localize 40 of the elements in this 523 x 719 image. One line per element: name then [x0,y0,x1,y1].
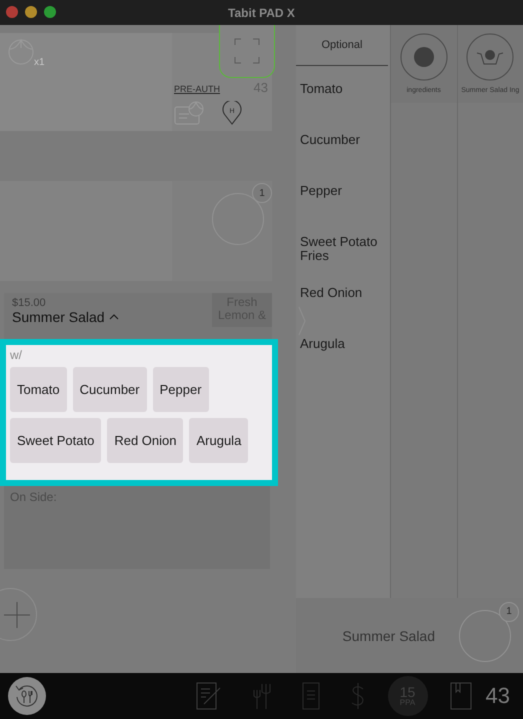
caret-up-icon[interactable] [108,313,119,321]
optional-tab[interactable]: Optional [296,25,388,66]
bowl-icon [466,33,514,81]
notepad-pencil-icon[interactable] [196,682,222,710]
optional-item[interactable]: Red Onion [296,270,390,321]
window-title: Tabit PAD X [228,6,295,20]
optional-item[interactable]: Arugula [296,321,390,372]
fork-icon[interactable] [252,682,272,710]
dollar-icon[interactable] [350,682,366,710]
optional-item[interactable]: Sweet Potato Fries [296,219,390,270]
modifier-button[interactable]: Arugula [189,418,248,463]
utensils-refresh-icon [14,683,40,709]
plus-icon [4,602,30,628]
count-badge: 1 [252,183,272,203]
fullscreen-icon [234,38,260,64]
close-button[interactable] [6,6,18,18]
optional-item[interactable]: Cucumber [296,117,390,168]
table-number: 43 [486,683,510,709]
count-badge: 1 [499,602,519,622]
receipt-icon[interactable] [302,682,320,710]
pre-auth-link[interactable]: PRE-AUTH [174,84,220,94]
optional-item[interactable]: Pepper [296,168,390,219]
fullscreen-button[interactable] [219,25,275,78]
modifier-button[interactable]: Tomato [10,367,67,412]
minimize-button[interactable] [25,6,37,18]
order-card[interactable]: 1 [0,181,272,281]
seat-count: x1 [34,57,45,68]
modifier-button[interactable]: Cucumber [72,367,147,412]
optional-item[interactable]: Tomato [296,66,390,117]
zoom-button[interactable] [44,6,56,18]
modifier-button[interactable]: Sweet Potato [10,418,102,463]
modifier-button[interactable]: Red Onion [107,418,184,463]
item-name: Summer Salad [12,309,105,325]
restore-button[interactable] [8,677,46,715]
summary-item-name: Summer Salad [342,628,435,644]
modifiers-label: w/ [10,348,23,362]
modifier-button[interactable]: Pepper [152,367,209,412]
bookmark-icon[interactable] [450,682,472,710]
dot-icon [400,33,448,81]
item-price: $15.00 [12,297,47,309]
